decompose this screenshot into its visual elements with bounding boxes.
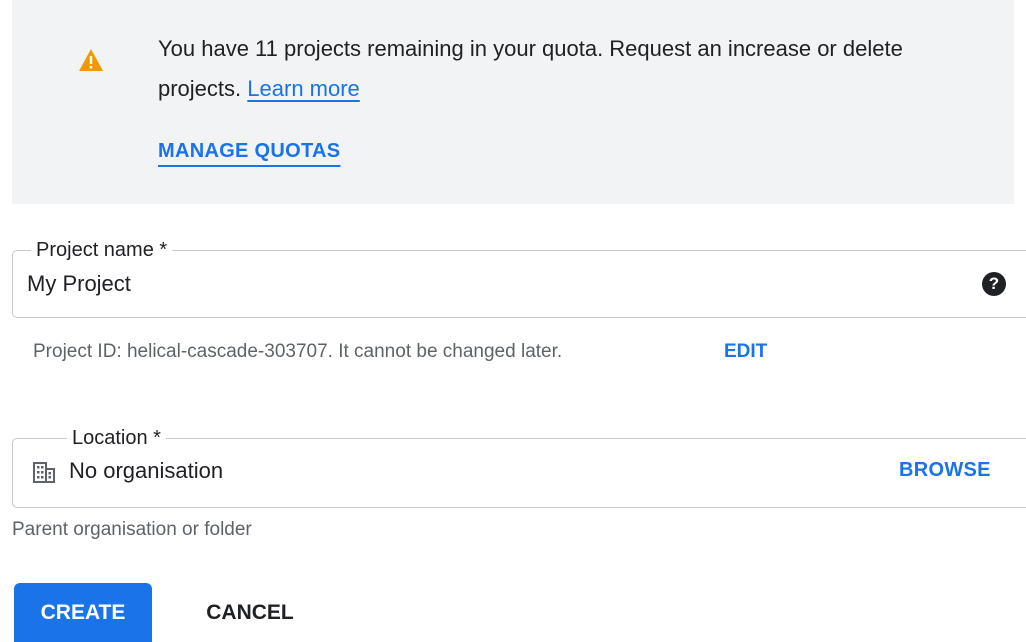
location-helper-text: Parent organisation or folder [12, 519, 252, 540]
location-label: Location * [67, 425, 166, 451]
manage-quotas-link[interactable]: MANAGE QUOTAS [158, 140, 340, 163]
cancel-button[interactable]: CANCEL [180, 583, 320, 642]
project-name-label: Project name * [31, 237, 173, 263]
project-name-field[interactable]: Project name * ? [12, 237, 1026, 318]
warning-icon [79, 49, 103, 71]
create-button[interactable]: CREATE [14, 583, 152, 642]
browse-button[interactable]: BROWSE [899, 459, 991, 482]
project-name-input[interactable] [27, 271, 927, 297]
help-icon[interactable]: ? [982, 272, 1006, 296]
learn-more-link[interactable]: Learn more [247, 76, 360, 101]
project-id-text: Project ID: helical-cascade-303707. It c… [33, 341, 563, 362]
edit-project-id-button[interactable]: EDIT [724, 341, 767, 363]
quota-message: You have 11 projects remaining in your q… [158, 29, 978, 109]
building-icon [33, 462, 55, 483]
location-field[interactable]: Location * No organisation BROWSE [12, 425, 1026, 508]
location-value: No organisation [69, 458, 224, 483]
quota-warning-banner: You have 11 projects remaining in your q… [12, 0, 1014, 204]
new-project-form: You have 11 projects remaining in your q… [0, 0, 1026, 642]
